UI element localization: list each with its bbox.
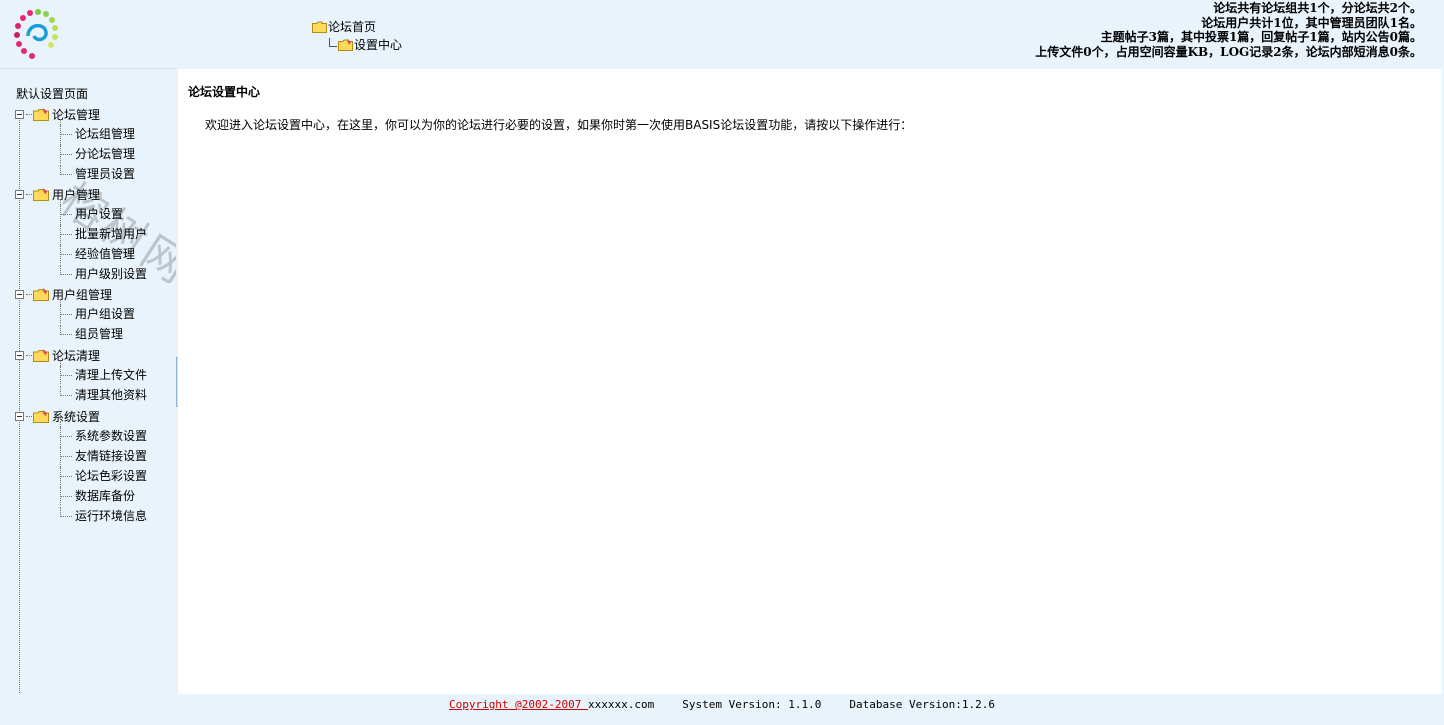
sidebar-item[interactable]: 批量新增用户 (60, 225, 147, 243)
sidebar-item[interactable]: 系统参数设置 (60, 427, 147, 445)
tree-dash (26, 354, 32, 356)
tree-dash (26, 193, 32, 195)
sidebar-item-label[interactable]: 清理上传文件 (75, 366, 147, 384)
open-folder-icon (338, 39, 353, 51)
sidebar-item[interactable]: 用户组设置 (60, 305, 135, 323)
header: 论坛首页 设置中心 论坛共有论坛组共1个，分论坛共2个。 论坛用户共计1位，其中… (0, 0, 1444, 68)
tree-branch (60, 125, 72, 135)
breadcrumb: 论坛首页 设置中心 (312, 18, 402, 54)
system-version: System Version: 1.1.0 (682, 698, 822, 711)
sidebar-item-label[interactable]: 用户级别设置 (75, 265, 147, 283)
intro-text: 欢迎进入论坛设置中心，在这里，你可以为你的论坛进行必要的设置，如果你时第一次使用… (205, 118, 913, 132)
tree-branch (60, 265, 72, 275)
footer: Copyright @2002-2007 xxxxxx.com System Ve… (0, 694, 1444, 725)
sidebar-item[interactable]: 清理上传文件 (60, 366, 147, 384)
site-name: xxxxxx.com (588, 698, 655, 711)
tree-line (60, 199, 61, 263)
database-version: Database Version:1.2.6 (849, 698, 996, 711)
tree-branch (60, 205, 72, 215)
sidebar-item-label[interactable]: 论坛色彩设置 (75, 467, 147, 485)
sidebar-item[interactable]: 友情链接设置 (60, 447, 147, 465)
sidebar-item[interactable]: 运行环境信息 (60, 507, 147, 525)
tree-branch (60, 507, 72, 517)
sidebar-item[interactable]: 用户级别设置 (60, 265, 147, 283)
folder-icon (33, 287, 49, 301)
sidebar-item-label[interactable]: 经验值管理 (75, 245, 135, 263)
sidebar-item[interactable]: 管理员设置 (60, 165, 135, 183)
breadcrumb-home[interactable]: 论坛首页 (312, 18, 402, 36)
breadcrumb-current[interactable]: 设置中心 (312, 36, 402, 54)
collapse-toggle-icon[interactable] (15, 350, 24, 360)
tree-branch (60, 366, 72, 376)
logo-icon (14, 9, 58, 59)
tree-dash (26, 113, 32, 115)
stats-line: 主题帖子3篇，其中投票1篇，回复帖子1篇，站内公告0篇。 (1100, 30, 1422, 44)
tree-dash (26, 293, 32, 295)
tree-branch (60, 225, 72, 235)
stats-line: 论坛共有论坛组共1个，分论坛共2个。 (1213, 1, 1422, 15)
folder-icon (312, 21, 327, 33)
tree-branch (60, 487, 72, 497)
tree-branch (60, 325, 72, 335)
tree-branch (60, 305, 72, 315)
tree-branch (60, 145, 72, 155)
tree-dash (26, 415, 32, 417)
tree-line (60, 421, 61, 505)
tree-branch (60, 165, 72, 175)
sidebar-item[interactable]: 用户设置 (60, 205, 123, 223)
sidebar-group[interactable]: 系统设置 (15, 407, 100, 425)
folder-icon (33, 348, 49, 362)
sidebar-item[interactable]: 清理其他资料 (60, 386, 147, 404)
collapse-toggle-icon[interactable] (15, 289, 24, 299)
tree-branch (60, 427, 72, 437)
sidebar-item-label[interactable]: 论坛组管理 (75, 125, 135, 143)
sidebar-group[interactable]: 用户管理 (15, 185, 100, 203)
sidebar-item-label[interactable]: 用户组设置 (75, 305, 135, 323)
sidebar-item-label[interactable]: 清理其他资料 (75, 386, 147, 404)
sidebar-item[interactable]: 分论坛管理 (60, 145, 135, 163)
sidebar-group[interactable]: 用户组管理 (15, 285, 112, 303)
sidebar-item-label[interactable]: 用户设置 (75, 205, 123, 223)
tree-branch (60, 447, 72, 457)
collapse-toggle-icon[interactable] (15, 109, 24, 119)
sidebar-item-label[interactable]: 数据库备份 (75, 487, 135, 505)
sidebar-item[interactable]: 数据库备份 (60, 487, 135, 505)
sidebar-item-label[interactable]: 运行环境信息 (75, 507, 147, 525)
sidebar-item-label[interactable]: 批量新增用户 (75, 225, 147, 243)
folder-icon (33, 107, 49, 121)
breadcrumb-current-label[interactable]: 设置中心 (354, 36, 402, 54)
sidebar-item-label[interactable]: 系统参数设置 (75, 427, 147, 445)
folder-icon (33, 409, 49, 423)
tree-branch (60, 245, 72, 255)
stats-line: 上传文件0个，占用空间容量KB，LOG记录2条，论坛内部短消息0条。 (1035, 44, 1422, 59)
sidebar-item[interactable]: 论坛色彩设置 (60, 467, 147, 485)
copyright-link[interactable]: Copyright @2002-2007 (449, 698, 588, 711)
page-title: 论坛设置中心 (188, 85, 261, 99)
tree-line (60, 360, 61, 384)
tree-line (60, 119, 61, 163)
sidebar-group[interactable]: 论坛管理 (15, 105, 100, 123)
sidebar-group[interactable]: 论坛清理 (15, 346, 100, 364)
sidebar-item-label[interactable]: 友情链接设置 (75, 447, 147, 465)
collapse-toggle-icon[interactable] (15, 411, 24, 421)
tree-branch (60, 386, 72, 396)
folder-icon (33, 187, 49, 201)
collapse-toggle-icon[interactable] (15, 189, 24, 199)
sidebar: 榕树网络 默认设置页面 论坛管理 论坛组管理 分论坛管理 管理员设置 用户管理 用户设置批… (0, 68, 176, 694)
forum-stats: 论坛共有论坛组共1个，分论坛共2个。 论坛用户共计1位，其中管理员团队1名。 主… (1035, 1, 1422, 59)
tree-branch (60, 467, 72, 477)
sidebar-item-label[interactable]: 组员管理 (75, 325, 123, 343)
sidebar-default-page-link[interactable]: 默认设置页面 (16, 85, 88, 103)
breadcrumb-home-label[interactable]: 论坛首页 (328, 18, 376, 36)
tree-elbow (329, 37, 337, 47)
sidebar-item[interactable]: 论坛组管理 (60, 125, 135, 143)
sidebar-item[interactable]: 组员管理 (60, 325, 123, 343)
sidebar-item-label[interactable]: 分论坛管理 (75, 145, 135, 163)
sidebar-group-label[interactable]: 用户组管理 (52, 286, 112, 303)
sidebar-item[interactable]: 经验值管理 (60, 245, 135, 263)
main-content: 论坛设置中心 欢迎进入论坛设置中心，在这里，你可以为你的论坛进行必要的设置，如果… (178, 69, 1442, 694)
tree-line (60, 299, 61, 323)
stats-line: 论坛用户共计1位，其中管理员团队1名。 (1201, 15, 1422, 30)
sidebar-item-label[interactable]: 管理员设置 (75, 165, 135, 183)
